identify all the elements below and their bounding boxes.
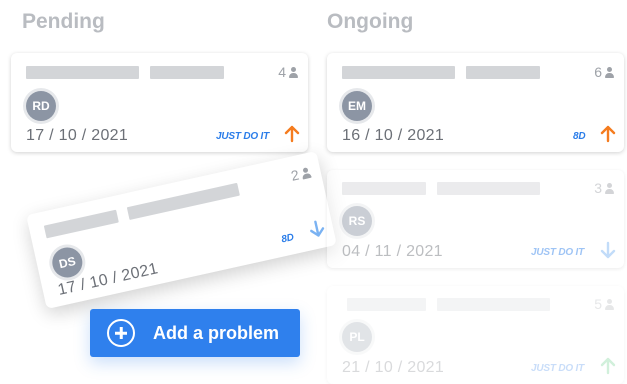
category-tag: 8D: [280, 232, 295, 246]
avatar[interactable]: PL: [342, 322, 372, 352]
avatar[interactable]: RD: [26, 91, 56, 121]
arrow-down-icon: [600, 241, 616, 259]
title-placeholder: [342, 66, 455, 79]
problem-card[interactable]: 3 RS 04 / 11 / 2021 JUST DO IT: [327, 170, 624, 268]
avatar[interactable]: RS: [342, 206, 372, 236]
problem-card[interactable]: 5 PL 21 / 10 / 2021 JUST DO IT: [327, 286, 624, 384]
card-date: 21 / 10 / 2021: [342, 359, 445, 376]
person-icon: [605, 66, 614, 78]
problem-card[interactable]: 4 RD 17 / 10 / 2021 JUST DO IT: [11, 53, 308, 152]
category-tag: JUST DO IT: [531, 247, 585, 258]
arrow-up-icon: [284, 125, 300, 143]
arrow-up-icon: [600, 357, 616, 375]
problem-card-dragging[interactable]: 2 DS 17 / 10 / 2021 8D: [26, 150, 337, 310]
add-problem-label: Add a problem: [153, 322, 280, 343]
avatar[interactable]: EM: [342, 91, 372, 121]
card-date: 04 / 11 / 2021: [342, 243, 443, 260]
column-title-ongoing: Ongoing: [327, 10, 414, 33]
title-placeholder: [150, 66, 224, 79]
column-title-pending: Pending: [22, 10, 105, 33]
title-placeholder: [347, 298, 426, 311]
person-icon: [605, 182, 614, 194]
category-tag: 8D: [573, 131, 586, 142]
member-count: 6: [594, 64, 614, 80]
plus-circle-icon: [107, 319, 135, 347]
title-placeholder: [126, 182, 240, 220]
title-placeholder: [342, 182, 426, 195]
member-count: 4: [278, 64, 298, 80]
member-count: 5: [594, 296, 614, 312]
problem-card[interactable]: 6 EM 16 / 10 / 2021 8D: [327, 53, 624, 152]
add-problem-button[interactable]: Add a problem: [90, 309, 300, 357]
arrow-down-icon: [310, 220, 325, 237]
avatar[interactable]: DS: [49, 244, 86, 281]
title-placeholder: [466, 66, 540, 79]
card-date: 17 / 10 / 2021: [26, 127, 129, 144]
member-count: 2: [289, 164, 312, 183]
card-date: 16 / 10 / 2021: [342, 127, 445, 144]
member-count: 3: [594, 180, 614, 196]
title-placeholder: [43, 209, 119, 239]
title-placeholder: [26, 66, 139, 79]
category-tag: JUST DO IT: [531, 363, 585, 374]
title-placeholder: [437, 182, 540, 195]
title-placeholder: [437, 298, 550, 311]
person-icon: [300, 166, 311, 179]
person-icon: [605, 298, 614, 310]
arrow-up-icon: [600, 125, 616, 143]
category-tag: JUST DO IT: [216, 131, 270, 142]
person-icon: [289, 66, 298, 78]
